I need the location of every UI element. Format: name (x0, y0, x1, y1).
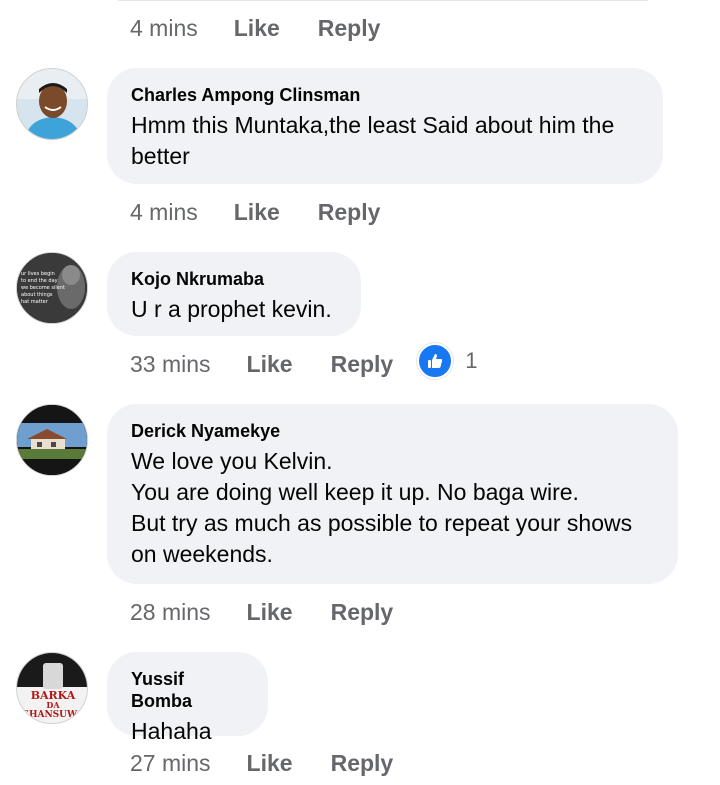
avatar-text: SHANSUWA (22, 710, 84, 720)
avatar[interactable]: ur lives begin to end the day we become … (16, 252, 88, 324)
comment-time: 4 mins (130, 14, 198, 41)
reply-button[interactable]: Reply (318, 199, 381, 226)
comment-time: 27 mins (130, 749, 211, 776)
reply-button[interactable]: Reply (331, 750, 394, 777)
reply-button[interactable]: Reply (331, 599, 394, 626)
avatar[interactable] (16, 404, 88, 476)
reply-button[interactable]: Reply (318, 15, 381, 42)
comment-time: 33 mins (130, 350, 211, 377)
comment-text: Hahaha (131, 718, 212, 744)
comment-time: 4 mins (130, 198, 198, 225)
like-button[interactable]: Like (247, 599, 293, 626)
comment-author[interactable]: Yussif Bomba (131, 668, 244, 712)
like-button[interactable]: Like (247, 750, 293, 777)
comment-bubble: Yussif Bomba Hahaha (107, 652, 268, 744)
like-button[interactable]: Like (234, 15, 280, 42)
divider (118, 0, 648, 1)
avatar-quote-image-icon: ur lives begin to end the day we become … (17, 253, 87, 323)
comment-meta-4: 27 mins Like Reply (130, 746, 431, 780)
comment-author[interactable]: Charles Ampong Clinsman (131, 84, 639, 106)
comment-text: U r a prophet kevin. (131, 296, 332, 322)
comment-author[interactable]: Derick Nyamekye (131, 420, 654, 442)
avatar-text: to end the day (21, 278, 58, 284)
comment-time: 28 mins (130, 598, 211, 625)
avatar-photo-icon (17, 69, 87, 139)
like-button[interactable]: Like (234, 199, 280, 226)
reaction-summary[interactable]: 1 (417, 343, 477, 379)
comment-bubble: Kojo Nkrumaba U r a prophet kevin. (107, 252, 361, 336)
avatar-text: DA (46, 700, 60, 710)
comment-meta-1: 4 mins Like Reply (130, 195, 418, 229)
comment-meta-2: 33 mins Like Reply 1 (130, 343, 477, 381)
avatar[interactable] (16, 68, 88, 140)
avatar-text: we become silent (21, 285, 65, 291)
avatar-house-icon (17, 405, 87, 475)
comment-bubble: Derick Nyamekye We love you Kelvin. You … (107, 404, 678, 584)
avatar-text: ur lives begin (21, 271, 55, 277)
avatar-text: about things (21, 292, 53, 298)
comment-bubble: Charles Ampong Clinsman Hmm this Muntaka… (107, 68, 663, 184)
comment-meta-0: 4 mins Like Reply (130, 11, 418, 45)
comment-meta-3: 28 mins Like Reply (130, 595, 431, 629)
avatar-text: hat matter (21, 299, 49, 305)
comment-text: We love you Kelvin. You are doing well k… (131, 448, 633, 567)
avatar-logo-icon: BARKA DA SHANSUWA (17, 653, 87, 723)
reply-button[interactable]: Reply (331, 351, 394, 378)
avatar[interactable]: BARKA DA SHANSUWA (16, 652, 88, 724)
like-reaction-icon (417, 343, 454, 379)
reaction-count: 1 (465, 348, 478, 373)
comment-author[interactable]: Kojo Nkrumaba (131, 268, 337, 290)
like-button[interactable]: Like (247, 351, 293, 378)
comment-text: Hmm this Muntaka,the least Said about hi… (131, 112, 615, 169)
